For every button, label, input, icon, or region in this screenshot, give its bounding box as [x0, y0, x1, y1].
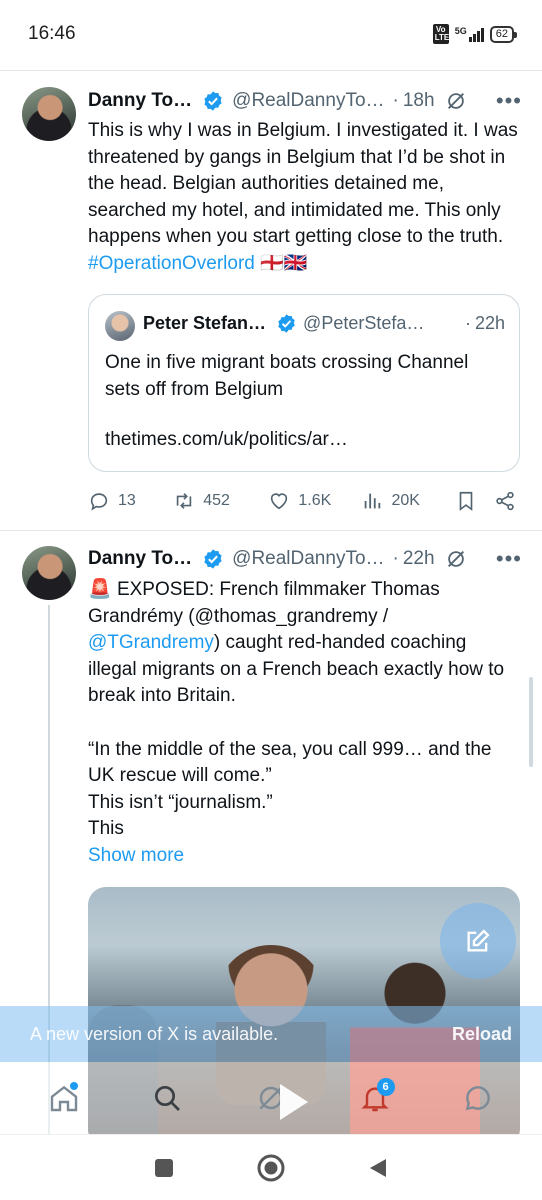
scrollbar[interactable] [529, 677, 533, 767]
recents-button[interactable] [144, 1148, 184, 1188]
author-handle[interactable]: @RealDannyTo… [232, 548, 384, 570]
tweet-quote-line: “In the middle of the sea, you call 999…… [88, 738, 492, 787]
reload-button[interactable]: Reload [452, 1024, 512, 1045]
new-posts-dot [69, 1082, 78, 1090]
system-nav-bar [0, 1134, 542, 1200]
bottom-nav: 6 [0, 1062, 542, 1134]
nav-home[interactable] [34, 1068, 94, 1128]
tweet-text: 🚨 EXPOSED: French filmmaker Thomas Grand… [88, 577, 520, 870]
show-more-link[interactable]: Show more [88, 843, 520, 870]
tweet-header: Danny To… @RealDannyTo… · 22h ••• [88, 545, 522, 573]
compose-icon [467, 929, 490, 952]
alert-emoji: 🚨 [88, 579, 112, 600]
tweet-text-line: This isn’t “journalism.” [88, 791, 273, 813]
notification-badge: 6 [376, 1078, 395, 1096]
back-triangle-icon [370, 1158, 387, 1177]
mention-link[interactable]: @TGrandremy [88, 632, 214, 653]
verified-badge-icon [204, 549, 222, 569]
more-options-icon[interactable]: ••• [496, 546, 522, 572]
separator-dot: · [392, 548, 399, 569]
tweet-text-line: EXPOSED: French filmmaker Thomas Grandré… [88, 579, 440, 627]
compose-button[interactable] [440, 903, 516, 979]
circle-icon [257, 1154, 285, 1181]
update-message: A new version of X is available. [30, 1023, 279, 1044]
author-name[interactable]: Danny To… [88, 548, 192, 570]
update-banner: A new version of X is available. Reload [0, 1006, 542, 1062]
play-icon[interactable] [280, 1084, 308, 1120]
messages-icon [465, 1086, 491, 1111]
nav-notifications[interactable]: 6 [345, 1068, 405, 1128]
nav-messages[interactable] [448, 1068, 508, 1128]
tweet-text-line: This [88, 818, 124, 840]
nav-search[interactable] [137, 1068, 197, 1128]
search-icon [155, 1086, 181, 1111]
back-button[interactable] [358, 1148, 398, 1188]
avatar[interactable] [22, 546, 76, 600]
grok-icon[interactable] [445, 548, 467, 570]
timestamp[interactable]: 22h [403, 548, 435, 570]
home-button[interactable] [251, 1148, 291, 1188]
square-icon [154, 1158, 173, 1177]
